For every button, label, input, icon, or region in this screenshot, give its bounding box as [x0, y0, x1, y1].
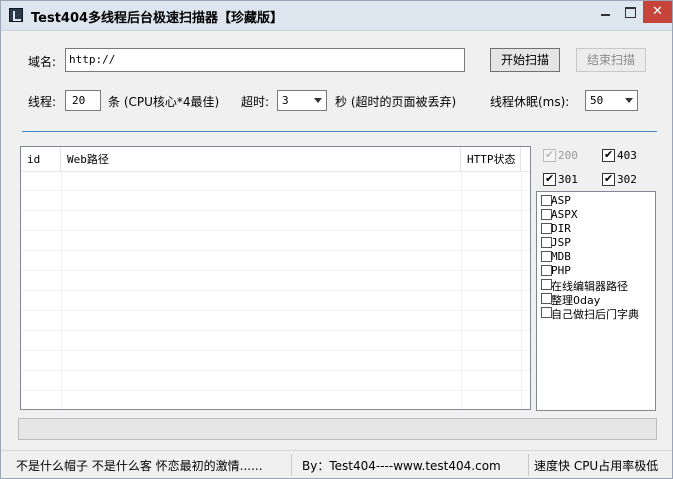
chevron-down-icon: [625, 98, 633, 103]
results-table[interactable]: id Web路径 HTTP状态: [20, 146, 531, 410]
column-header-path[interactable]: Web路径: [61, 147, 461, 172]
app-icon: [9, 8, 23, 22]
domain-label: 域名:: [28, 55, 57, 69]
status-403-checkbox[interactable]: [602, 148, 615, 162]
status-separator: [528, 454, 529, 476]
table-header: id Web路径 HTTP状态: [21, 147, 530, 172]
sleep-select[interactable]: 50: [585, 90, 638, 111]
dictionary-label: MDB: [551, 250, 571, 263]
minimize-button[interactable]: [593, 1, 618, 23]
timeout-value: 3: [282, 94, 289, 107]
maximize-button[interactable]: [618, 1, 643, 23]
status-separator: [291, 454, 292, 476]
sleep-label: 线程休眠(ms):: [490, 95, 570, 109]
timeout-note: 秒 (超时的页面被丢弃): [335, 95, 457, 109]
status-200-checkbox[interactable]: [543, 148, 556, 162]
column-header-id[interactable]: id: [21, 147, 61, 172]
threads-input[interactable]: 20: [65, 90, 101, 111]
dictionary-label: 自己做扫后门字典: [551, 308, 639, 321]
timeout-select[interactable]: 3: [277, 90, 327, 111]
status-center-text: By：Test404----www.test404.com: [302, 459, 501, 473]
threads-label: 线程:: [28, 95, 57, 109]
status-right-text: 速度快 CPU占用率极低: [534, 459, 659, 473]
section-divider: [22, 131, 657, 132]
dictionary-list[interactable]: ASP ASPX DIR JSP MDB PHP 在线编辑器路径 整理0day: [536, 191, 656, 411]
status-302-checkbox[interactable]: [602, 172, 615, 186]
table-row: [21, 312, 530, 331]
table-row: [21, 272, 530, 291]
start-scan-button[interactable]: 开始扫描: [490, 48, 560, 72]
column-header-status[interactable]: HTTP状态: [461, 147, 521, 172]
dictionary-label: ASP: [551, 194, 571, 207]
table-row: [21, 172, 530, 191]
chevron-down-icon: [314, 98, 322, 103]
dictionary-label: ASPX: [551, 208, 578, 221]
table-row: [21, 292, 530, 311]
status-403-label: 403: [617, 149, 637, 162]
table-row: [21, 352, 530, 371]
status-left-text: 不是什么帽子 不是什么客 怀恋最初的激情......: [16, 459, 263, 473]
title-bar[interactable]: Test404多线程后台极速扫描器【珍藏版】 ✕: [1, 1, 672, 31]
dictionary-label: DIR: [551, 222, 571, 235]
table-row: [21, 232, 530, 251]
table-row: [21, 212, 530, 231]
status-200-label: 200: [558, 149, 578, 162]
close-button[interactable]: ✕: [643, 1, 672, 23]
threads-note: 条 (CPU核心*4最佳): [108, 95, 220, 109]
table-row: [21, 372, 530, 391]
table-row: [21, 192, 530, 211]
status-302-label: 302: [617, 173, 637, 186]
status-301-checkbox[interactable]: [543, 172, 556, 186]
window-title: Test404多线程后台极速扫描器【珍藏版】: [31, 11, 284, 26]
dictionary-label: PHP: [551, 264, 571, 277]
sleep-value: 50: [590, 94, 604, 107]
table-row: [21, 252, 530, 271]
status-301-label: 301: [558, 173, 578, 186]
dictionary-label: JSP: [551, 236, 571, 249]
timeout-label: 超时:: [241, 95, 270, 109]
table-row: [21, 392, 530, 409]
table-row: [21, 332, 530, 351]
main-window: Test404多线程后台极速扫描器【珍藏版】 ✕ 域名: http:// 开始扫…: [0, 0, 673, 479]
stop-scan-button[interactable]: 结束扫描: [576, 48, 646, 72]
status-bar: 不是什么帽子 不是什么客 怀恋最初的激情...... By：Test404---…: [1, 450, 672, 478]
scan-progress-bar: [18, 418, 657, 440]
domain-input[interactable]: http://: [65, 48, 465, 72]
